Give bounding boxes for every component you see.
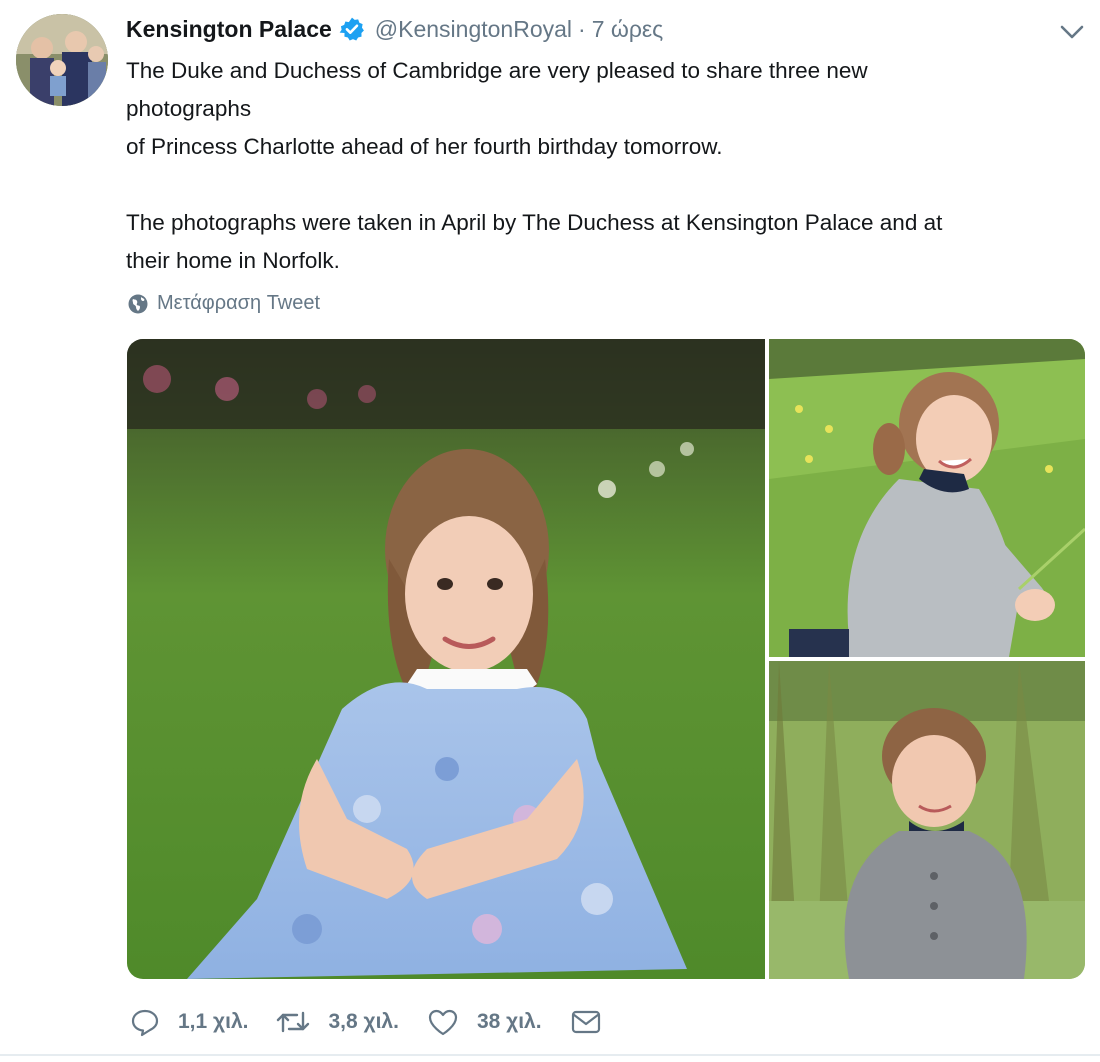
globe-icon xyxy=(128,294,148,313)
reply-button[interactable]: 1,1 χιλ. xyxy=(130,1007,248,1037)
reply-count: 1,1 χιλ. xyxy=(178,1010,249,1033)
like-button[interactable]: 38 χιλ. xyxy=(427,1007,542,1037)
tweet-text-line: The photographs were taken in April by T… xyxy=(126,210,943,235)
retweet-icon xyxy=(277,1011,310,1033)
author-handle[interactable]: @KensingtonRoyal xyxy=(375,16,572,43)
tweet-header: Kensington Palace @KensingtonRoyal · 7 ώ… xyxy=(126,12,663,46)
tweet-text-line: photographs xyxy=(126,96,252,121)
translate-tweet-link[interactable]: Μετάφραση Tweet xyxy=(127,292,320,315)
heart-icon xyxy=(428,1009,458,1036)
photo-charlotte-cardigan[interactable] xyxy=(769,661,1085,979)
tweet-text-line: their home in Norfolk. xyxy=(126,248,340,273)
reply-icon xyxy=(131,1009,159,1037)
tweet-text-line: of Princess Charlotte ahead of her fourt… xyxy=(126,134,723,159)
tweet-text-line: The Duke and Duchess of Cambridge are ve… xyxy=(126,58,868,83)
author-name[interactable]: Kensington Palace xyxy=(126,16,332,43)
tweet-timestamp[interactable]: 7 ώρες xyxy=(592,16,664,43)
photo-charlotte-sitting[interactable] xyxy=(127,339,765,979)
retweet-count: 3,8 χιλ. xyxy=(328,1010,399,1033)
retweet-button[interactable]: 3,8 χιλ. xyxy=(276,1007,399,1037)
avatar[interactable] xyxy=(16,14,108,106)
header-separator: · xyxy=(578,15,586,42)
tweet: Kensington Palace @KensingtonRoyal · 7 ώ… xyxy=(0,0,1100,1062)
divider xyxy=(0,1054,1100,1056)
verified-badge-icon xyxy=(339,17,364,41)
chevron-down-icon[interactable] xyxy=(1058,18,1086,46)
translate-label: Μετάφραση Tweet xyxy=(157,292,321,314)
envelope-icon xyxy=(571,1010,600,1034)
media-grid xyxy=(127,339,1085,979)
tweet-text: The Duke and Duchess of Cambridge are ve… xyxy=(126,52,1086,280)
action-bar: 1,1 χιλ. 3,8 χιλ. 38 χιλ. xyxy=(130,1004,648,1040)
photo-charlotte-running[interactable] xyxy=(769,339,1085,657)
like-count: 38 χιλ. xyxy=(476,1010,542,1033)
direct-message-button[interactable] xyxy=(570,1007,620,1037)
